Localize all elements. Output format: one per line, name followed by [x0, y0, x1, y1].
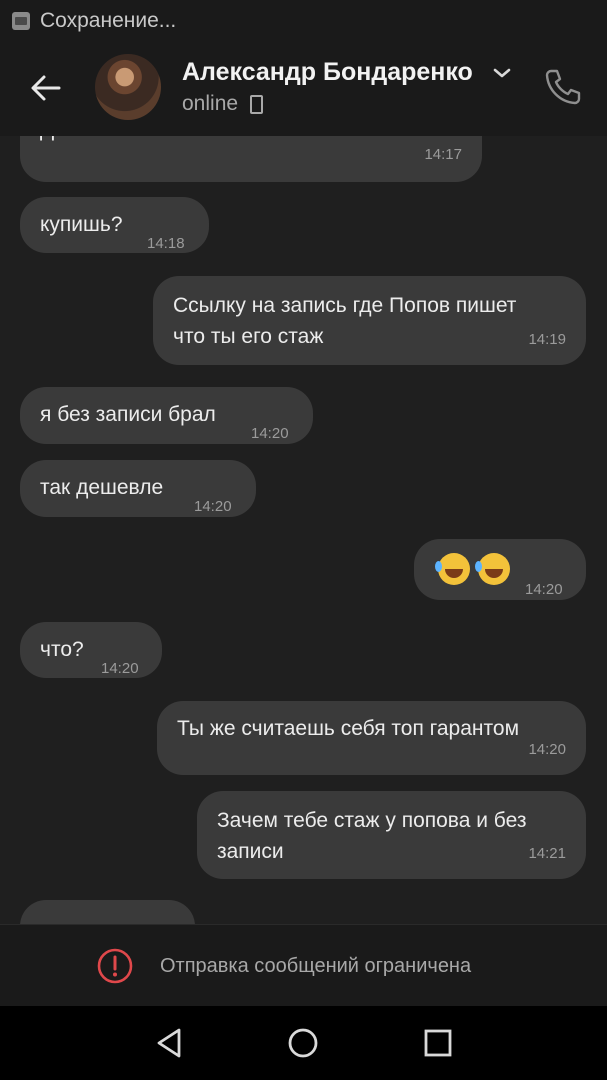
status-label: online: [182, 92, 239, 115]
message-time: 14:20: [528, 741, 566, 758]
message-text: Ссылку на запись где Попов пишет что ты …: [173, 294, 517, 348]
message-bubble[interactable]: я без записи брал 14:20: [20, 387, 313, 444]
message-bubble[interactable]: Зачем тебе стаж у попова и без записи 14…: [197, 791, 586, 879]
message-bubble[interactable]: так дешевле 14:20: [20, 460, 256, 517]
chevron-down-icon[interactable]: [493, 67, 511, 79]
message-time: 14:20: [101, 660, 139, 677]
emoji-row: [435, 553, 518, 586]
recents-square-icon[interactable]: [421, 1026, 455, 1060]
avatar[interactable]: [95, 54, 161, 120]
message-bubble[interactable]: 14:20: [414, 539, 586, 600]
message-bubble[interactable]: купишь? 14:18: [20, 197, 209, 253]
system-navigation-bar: [0, 1006, 607, 1080]
message-text: что?: [40, 638, 84, 661]
message-time: 14:20: [525, 581, 563, 598]
message-text: я без записи брал: [40, 403, 216, 426]
message-bubble[interactable]: что? 14:20: [20, 622, 162, 678]
message-time: 14:20: [194, 498, 232, 515]
message-time: 14:17: [424, 146, 462, 163]
message-restriction-bar: Отправка сообщений ограничена: [0, 924, 607, 1007]
contact-status: online: [182, 92, 264, 116]
message-bubble[interactable]: Ссылку на запись где Попов пишет что ты …: [153, 276, 586, 365]
back-arrow-icon[interactable]: [28, 70, 64, 106]
message-bubble[interactable]: Да 14:17: [20, 136, 482, 182]
back-triangle-icon[interactable]: [153, 1026, 187, 1060]
mobile-phone-icon: [250, 94, 264, 114]
status-bar: Сохранение...: [0, 0, 607, 42]
message-text: Да: [40, 136, 66, 145]
restriction-text: Отправка сообщений ограничена: [160, 955, 472, 977]
message-list[interactable]: Да 14:17 купишь? 14:18 Ссылку на запись …: [0, 136, 607, 924]
message-time: 14:20: [251, 425, 289, 442]
message-text: Зачем тебе стаж у попова и без записи: [217, 809, 527, 863]
phone-call-icon[interactable]: [542, 66, 584, 108]
message-time: 14:19: [528, 331, 566, 348]
rofl-emoji-icon: [475, 553, 510, 586]
warning-icon: [97, 948, 133, 984]
image-icon: [12, 12, 30, 30]
home-circle-icon[interactable]: [286, 1026, 320, 1060]
status-bar-text: Сохранение...: [40, 9, 177, 32]
message-text: купишь?: [40, 213, 123, 236]
message-text: Ты же считаешь себя топ гарантом: [177, 717, 520, 740]
message-bubble[interactable]: Ты же считаешь себя топ гарантом 14:20: [157, 701, 586, 775]
message-bubble-partial[interactable]: [20, 900, 195, 924]
message-text: так дешевле: [40, 476, 164, 499]
rofl-emoji-icon: [435, 553, 470, 586]
chat-header: Александр Бондаренко online: [0, 42, 607, 136]
contact-name[interactable]: Александр Бондаренко: [182, 58, 473, 87]
message-time: 14:21: [528, 845, 566, 862]
message-time: 14:18: [147, 235, 185, 252]
